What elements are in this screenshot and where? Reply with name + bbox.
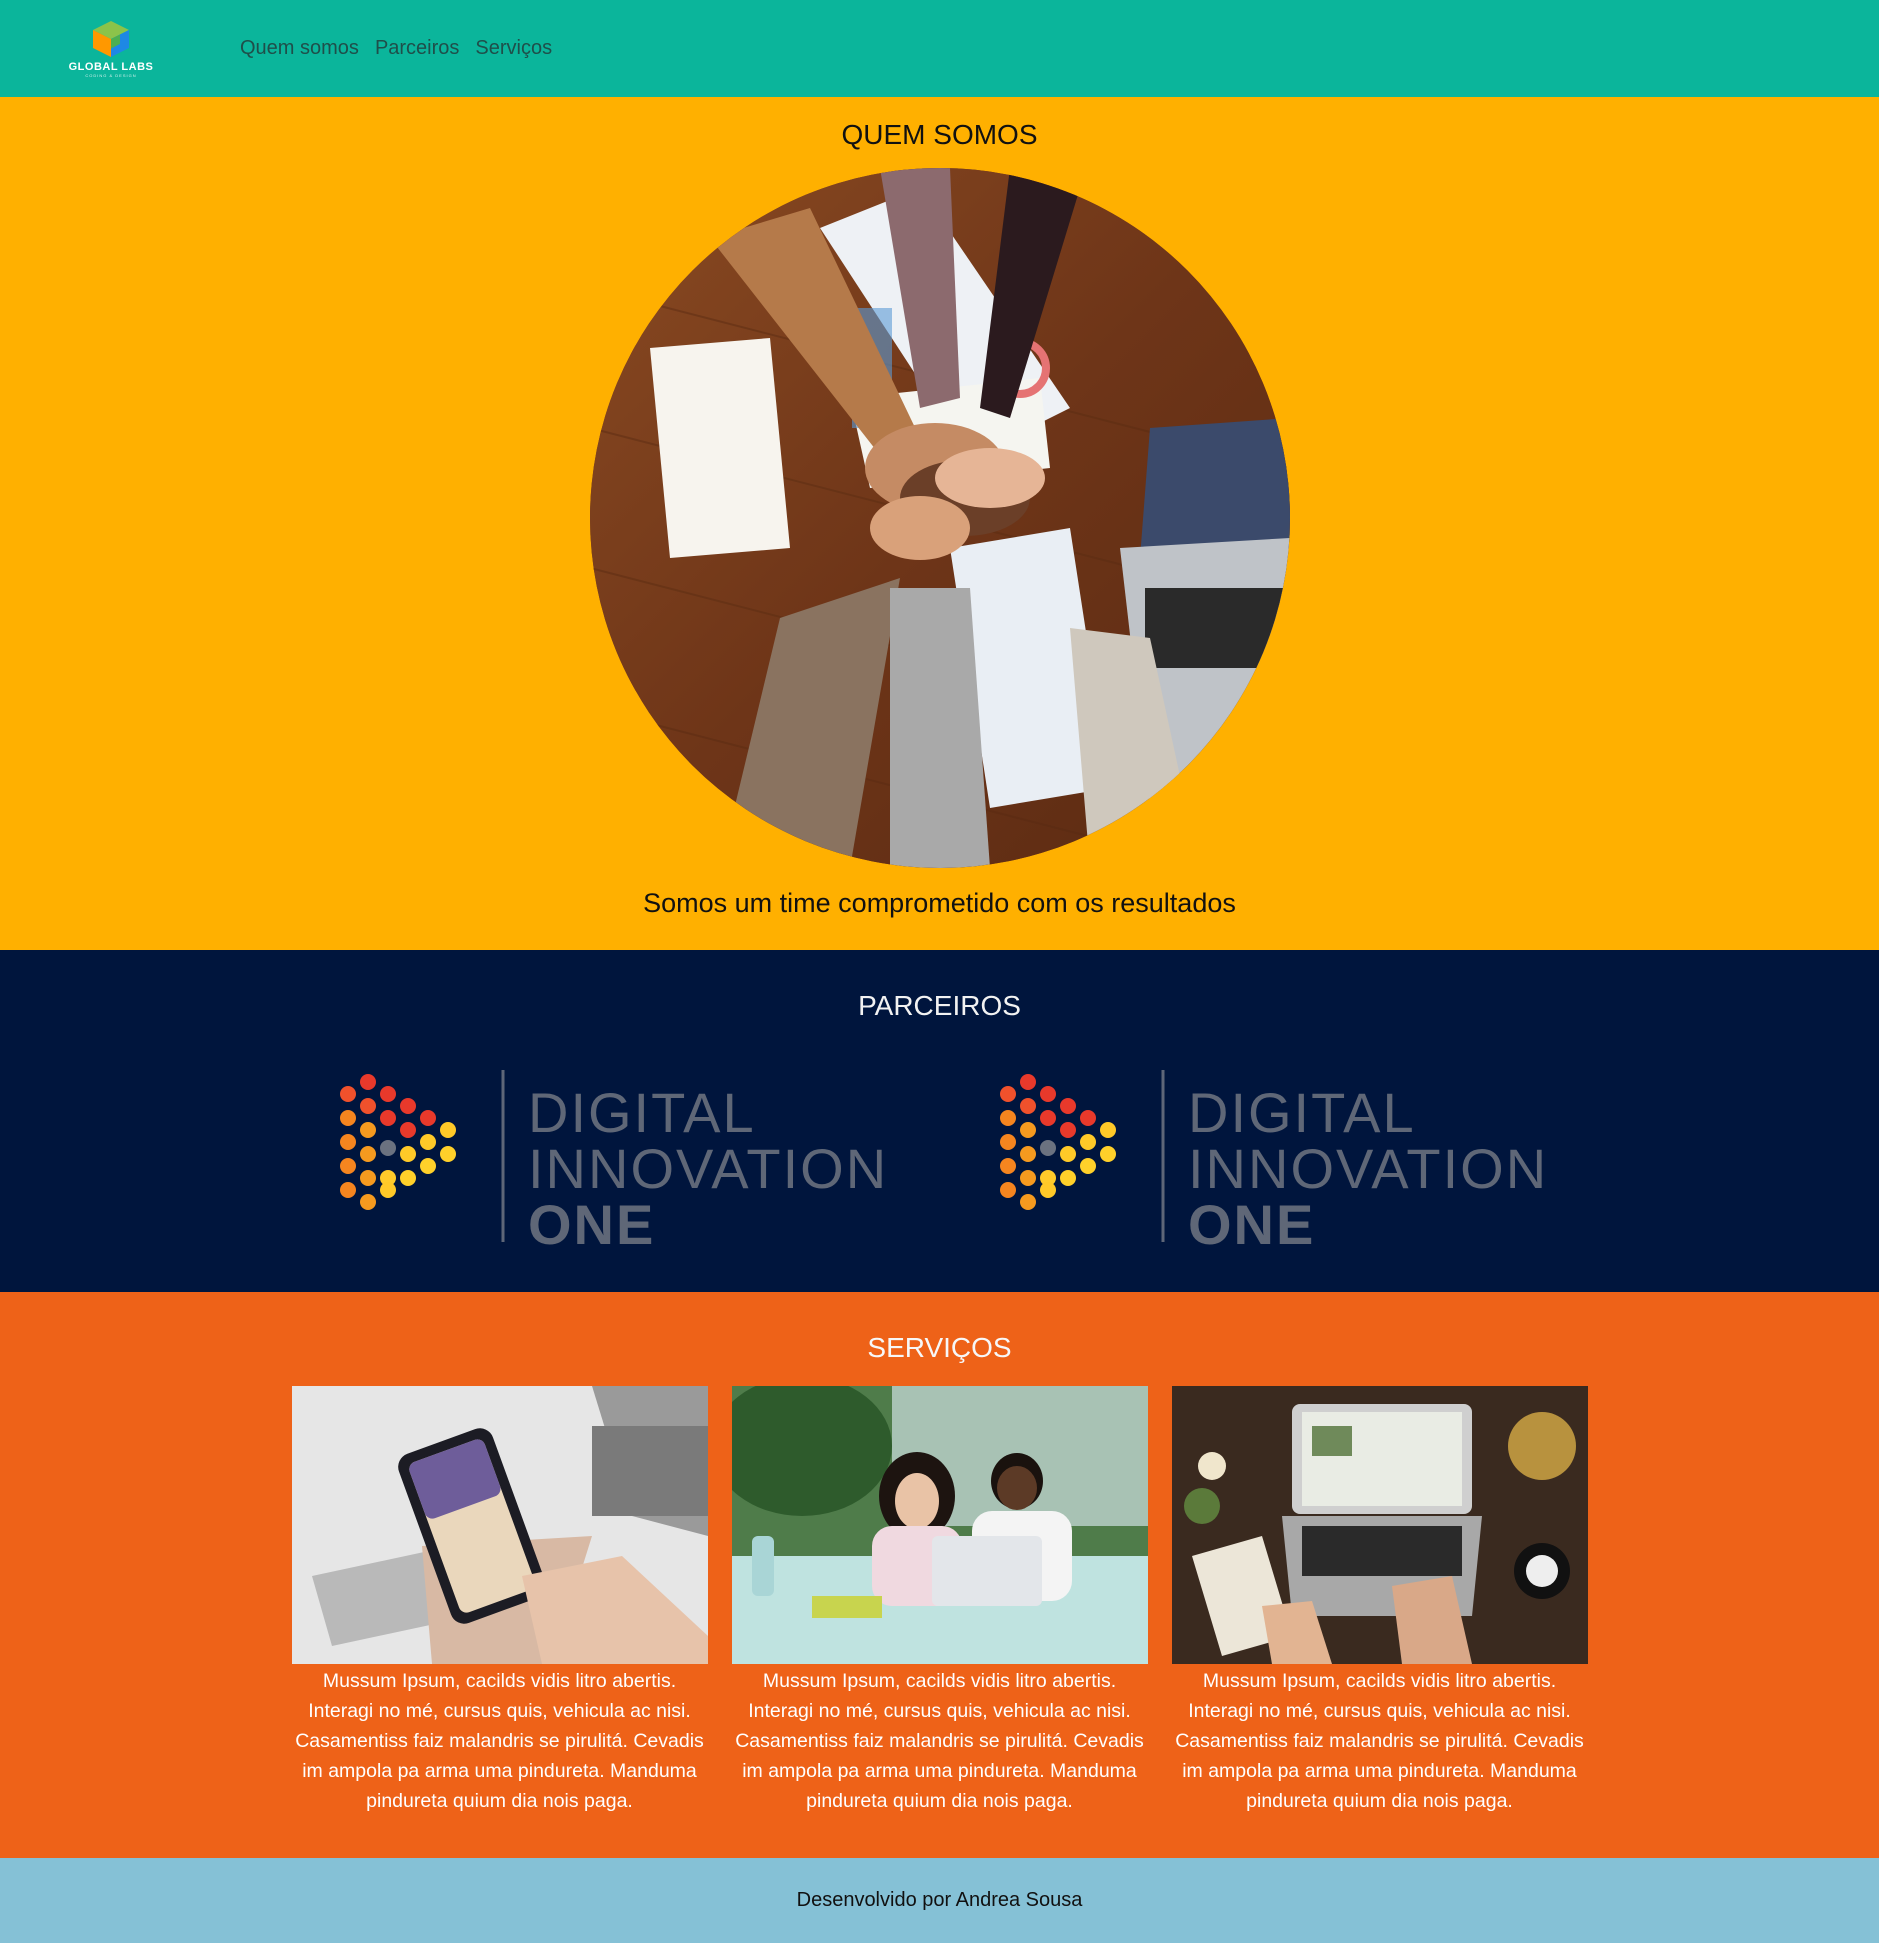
footer-credit: Desenvolvido por Andrea Sousa bbox=[796, 1889, 1083, 1911]
global-labs-logo[interactable]: GLOBAL LABS CODING & DESIGN bbox=[64, 17, 158, 81]
laptop-desk-image bbox=[1171, 1386, 1588, 1664]
main-nav: Quem somos Parceiros Serviços bbox=[240, 37, 552, 60]
partners-section: PARCEIROS DIGITAL INNOVATION ONE DIGITAL… bbox=[0, 950, 1879, 1292]
services-section: SERVIÇOS Mussum Ipsum, cacilds vidis lit… bbox=[0, 1292, 1879, 1858]
partner-logo-dio[interactable]: DIGITAL INNOVATION ONE bbox=[988, 1060, 1552, 1256]
dio-line2: INNOVATION bbox=[528, 1137, 888, 1200]
logo-text: GLOBAL LABS bbox=[68, 61, 154, 73]
nav-link-quem-somos[interactable]: Quem somos bbox=[240, 37, 359, 60]
about-text: Somos um time comprometido com os result… bbox=[643, 888, 1236, 918]
phone-in-hands-image bbox=[291, 1386, 708, 1664]
dio-dots-icon bbox=[999, 1074, 1116, 1210]
nav-link-servicos[interactable]: Serviços bbox=[475, 37, 552, 60]
service-card-text: Mussum Ipsum, cacilds vidis litro aberti… bbox=[1175, 1670, 1584, 1812]
service-card-text: Mussum Ipsum, cacilds vidis litro aberti… bbox=[295, 1670, 704, 1812]
service-card: Mussum Ipsum, cacilds vidis litro aberti… bbox=[731, 1386, 1148, 1816]
logo-subtext: CODING & DESIGN bbox=[85, 73, 137, 78]
service-card: Mussum Ipsum, cacilds vidis litro aberti… bbox=[1171, 1386, 1588, 1816]
service-card-text: Mussum Ipsum, cacilds vidis litro aberti… bbox=[735, 1670, 1144, 1812]
dio-dots-icon bbox=[339, 1074, 456, 1210]
dio-line1: DIGITAL bbox=[528, 1081, 756, 1144]
dio-line1: DIGITAL bbox=[1188, 1081, 1416, 1144]
about-title: QUEM SOMOS bbox=[841, 119, 1038, 150]
nav-link-parceiros[interactable]: Parceiros bbox=[375, 37, 459, 60]
team-hands-image bbox=[589, 168, 1290, 868]
dio-line2: INNOVATION bbox=[1188, 1137, 1548, 1200]
partners-title: PARCEIROS bbox=[858, 990, 1021, 1021]
dio-line3: ONE bbox=[1188, 1193, 1315, 1245]
site-footer: Desenvolvido por Andrea Sousa bbox=[0, 1858, 1879, 1943]
partner-logos: DIGITAL INNOVATION ONE DIGITAL INNOVATIO… bbox=[0, 1060, 1879, 1256]
about-section: QUEM SOMOS Somos um time comprometido co… bbox=[0, 97, 1879, 950]
services-title: SERVIÇOS bbox=[867, 1332, 1012, 1363]
service-cards: Mussum Ipsum, cacilds vidis litro aberti… bbox=[0, 1386, 1879, 1816]
cube-logo-icon bbox=[93, 21, 129, 57]
partner-logo-dio[interactable]: DIGITAL INNOVATION ONE bbox=[328, 1060, 892, 1256]
site-header: GLOBAL LABS CODING & DESIGN Quem somos P… bbox=[0, 0, 1879, 97]
dio-line3: ONE bbox=[528, 1193, 655, 1245]
service-card: Mussum Ipsum, cacilds vidis litro aberti… bbox=[291, 1386, 708, 1816]
students-with-laptop-image bbox=[731, 1386, 1148, 1664]
